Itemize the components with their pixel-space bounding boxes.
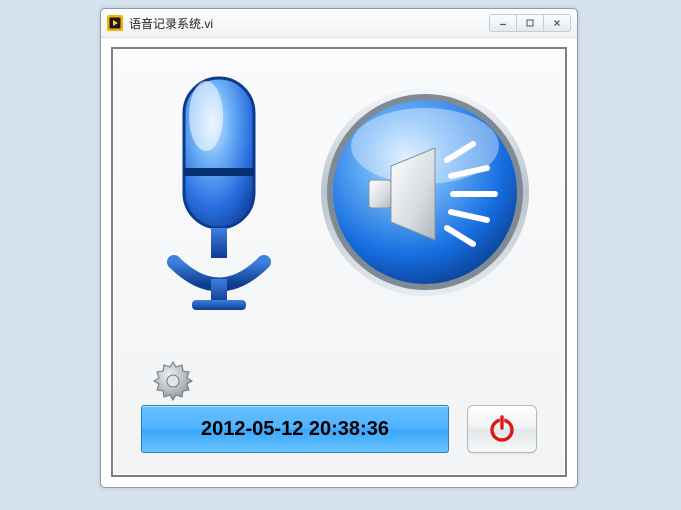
power-button[interactable] — [467, 405, 537, 453]
record-button[interactable] — [144, 72, 294, 317]
client-area: 2012-05-12 20:38:36 — [111, 47, 567, 477]
app-icon — [107, 15, 123, 31]
speaker-icon — [315, 82, 535, 302]
playback-button[interactable] — [315, 82, 535, 307]
timestamp-display: 2012-05-12 20:38:36 — [141, 405, 449, 453]
main-buttons-row — [133, 69, 545, 319]
minimize-button[interactable] — [489, 14, 517, 32]
close-button[interactable] — [544, 14, 571, 32]
maximize-button[interactable] — [517, 14, 544, 32]
gear-icon — [151, 359, 195, 403]
app-window: 语音记录系统.vi — [100, 8, 578, 488]
window-title: 语音记录系统.vi — [129, 15, 489, 32]
settings-button[interactable] — [151, 359, 195, 403]
titlebar: 语音记录系统.vi — [101, 9, 577, 38]
window-controls — [489, 14, 571, 32]
microphone-icon — [144, 72, 294, 312]
power-icon — [487, 414, 517, 444]
bottom-row: 2012-05-12 20:38:36 — [141, 405, 537, 453]
